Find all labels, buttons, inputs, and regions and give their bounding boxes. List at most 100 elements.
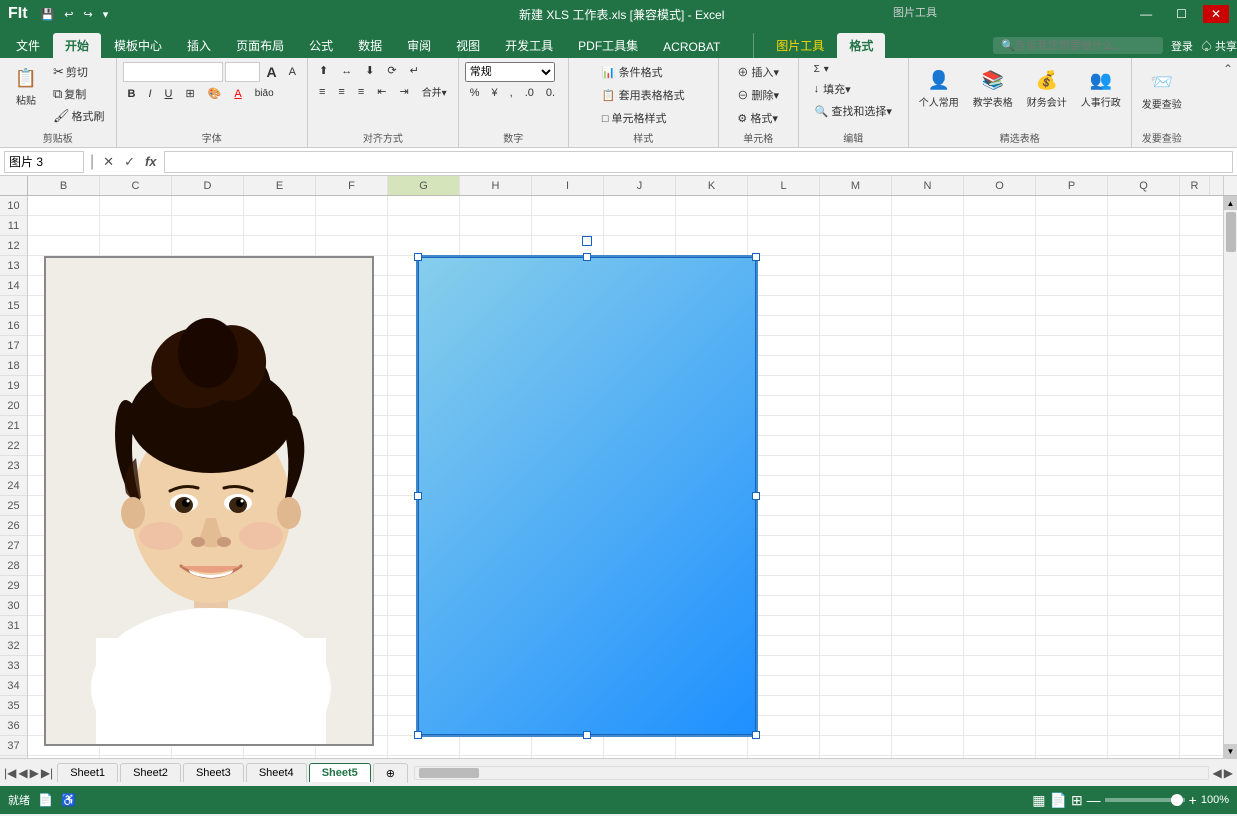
cell-Q36[interactable] <box>1108 716 1180 736</box>
cell-C12[interactable] <box>100 236 172 256</box>
cell-Q26[interactable] <box>1108 516 1180 536</box>
cell-P37[interactable] <box>1036 736 1108 756</box>
cell-P13[interactable] <box>1036 256 1108 276</box>
sheet-nav-next-btn[interactable]: ▶ <box>30 766 39 780</box>
cell-L26[interactable] <box>748 516 820 536</box>
cell-Q20[interactable] <box>1108 396 1180 416</box>
cell-L37[interactable] <box>748 736 820 756</box>
cell-Q10[interactable] <box>1108 196 1180 216</box>
col-header-b[interactable]: B <box>28 176 100 196</box>
cell-O25[interactable] <box>964 496 1036 516</box>
cut-btn[interactable]: ✂剪切 <box>48 62 110 82</box>
cell-N22[interactable] <box>892 436 964 456</box>
cell-O18[interactable] <box>964 356 1036 376</box>
align-middle-btn[interactable]: ↔ <box>336 63 357 79</box>
cell-K11[interactable] <box>676 216 748 236</box>
cell-P21[interactable] <box>1036 416 1108 436</box>
cell-P11[interactable] <box>1036 216 1108 236</box>
cell-F10[interactable] <box>316 196 388 216</box>
fill-btn[interactable]: ↓填充▾ <box>810 79 897 99</box>
cell-Q24[interactable] <box>1108 476 1180 496</box>
cell-O22[interactable] <box>964 436 1036 456</box>
cell-I37[interactable] <box>532 736 604 756</box>
horizontal-scrollbar[interactable] <box>414 766 1209 780</box>
col-header-n[interactable]: N <box>892 176 964 196</box>
sheet-tab-3[interactable]: Sheet3 <box>183 763 244 782</box>
cell-Q32[interactable] <box>1108 636 1180 656</box>
cell-L15[interactable] <box>748 296 820 316</box>
confirm-formula-btn[interactable]: ✓ <box>121 154 138 170</box>
cell-O11[interactable] <box>964 216 1036 236</box>
font-color-btn[interactable]: A <box>229 86 246 102</box>
find-select-btn[interactable]: 🔍 查找和选择▾ <box>810 101 897 121</box>
cell-N25[interactable] <box>892 496 964 516</box>
cell-N16[interactable] <box>892 316 964 336</box>
cell-J10[interactable] <box>604 196 676 216</box>
cell-L38[interactable] <box>748 756 820 758</box>
cell-L27[interactable] <box>748 536 820 556</box>
h-scroll-left-btn[interactable]: ◀ <box>1213 766 1222 780</box>
cell-P16[interactable] <box>1036 316 1108 336</box>
cell-Q22[interactable] <box>1108 436 1180 456</box>
cell-O10[interactable] <box>964 196 1036 216</box>
redo-btn[interactable]: ↪ <box>80 7 95 22</box>
cell-P24[interactable] <box>1036 476 1108 496</box>
zoom-slider[interactable] <box>1105 798 1185 802</box>
login-btn[interactable]: 登录 <box>1171 38 1193 54</box>
border-btn[interactable]: ⊞ <box>180 85 199 102</box>
tab-file[interactable]: 文件 <box>4 33 52 58</box>
scroll-thumb[interactable] <box>1226 212 1236 252</box>
tab-dev-tools[interactable]: 开发工具 <box>493 33 565 58</box>
cell-O26[interactable] <box>964 516 1036 536</box>
cell-N24[interactable] <box>892 476 964 496</box>
cell-K38[interactable] <box>676 756 748 758</box>
cell-P32[interactable] <box>1036 636 1108 656</box>
cell-O15[interactable] <box>964 296 1036 316</box>
cell-C10[interactable] <box>100 196 172 216</box>
col-header-f[interactable]: F <box>316 176 388 196</box>
cell-O20[interactable] <box>964 396 1036 416</box>
cell-Q23[interactable] <box>1108 456 1180 476</box>
cell-Q30[interactable] <box>1108 596 1180 616</box>
percent-btn[interactable]: ¥ <box>487 85 503 101</box>
cell-B10[interactable] <box>28 196 100 216</box>
cell-Q13[interactable] <box>1108 256 1180 276</box>
handle-ml[interactable] <box>414 492 422 500</box>
col-header-l[interactable]: L <box>748 176 820 196</box>
cell-P23[interactable] <box>1036 456 1108 476</box>
cell-O32[interactable] <box>964 636 1036 656</box>
cell-I11[interactable] <box>532 216 604 236</box>
cell-M35[interactable] <box>820 696 892 716</box>
scroll-track[interactable] <box>1224 210 1237 744</box>
accessibility-btn[interactable]: ♿ <box>61 793 76 807</box>
table-format-btn[interactable]: 📋 套用表格格式 <box>597 85 690 105</box>
sheet-tab-4[interactable]: Sheet4 <box>246 763 307 782</box>
align-right-btn[interactable]: ≡ <box>353 84 369 100</box>
cell-O33[interactable] <box>964 656 1036 676</box>
delete-cells-btn[interactable]: ⊖ 删除▾ <box>732 85 784 105</box>
cell-N19[interactable] <box>892 376 964 396</box>
cell-P15[interactable] <box>1036 296 1108 316</box>
cell-C38[interactable] <box>100 756 172 758</box>
grid-area[interactable]: ▲ ▼ <box>28 196 1237 758</box>
page-break-view-btn[interactable]: ⊞ <box>1071 792 1083 809</box>
cell-L17[interactable] <box>748 336 820 356</box>
formula-input[interactable] <box>164 151 1233 173</box>
tab-acrobat[interactable]: ACROBAT <box>651 36 732 58</box>
cell-H12[interactable] <box>460 236 532 256</box>
col-header-i[interactable]: I <box>532 176 604 196</box>
cell-L14[interactable] <box>748 276 820 296</box>
cell-M38[interactable] <box>820 756 892 758</box>
page-layout-view-btn[interactable]: 📄 <box>1050 792 1067 809</box>
cell-O24[interactable] <box>964 476 1036 496</box>
col-header-h[interactable]: H <box>460 176 532 196</box>
cell-K10[interactable] <box>676 196 748 216</box>
person-image[interactable] <box>44 256 374 746</box>
cell-O31[interactable] <box>964 616 1036 636</box>
cell-M22[interactable] <box>820 436 892 456</box>
col-header-o[interactable]: O <box>964 176 1036 196</box>
cell-L19[interactable] <box>748 376 820 396</box>
cell-N27[interactable] <box>892 536 964 556</box>
increase-decimal-btn[interactable]: .0 <box>520 85 539 101</box>
cell-O38[interactable] <box>964 756 1036 758</box>
